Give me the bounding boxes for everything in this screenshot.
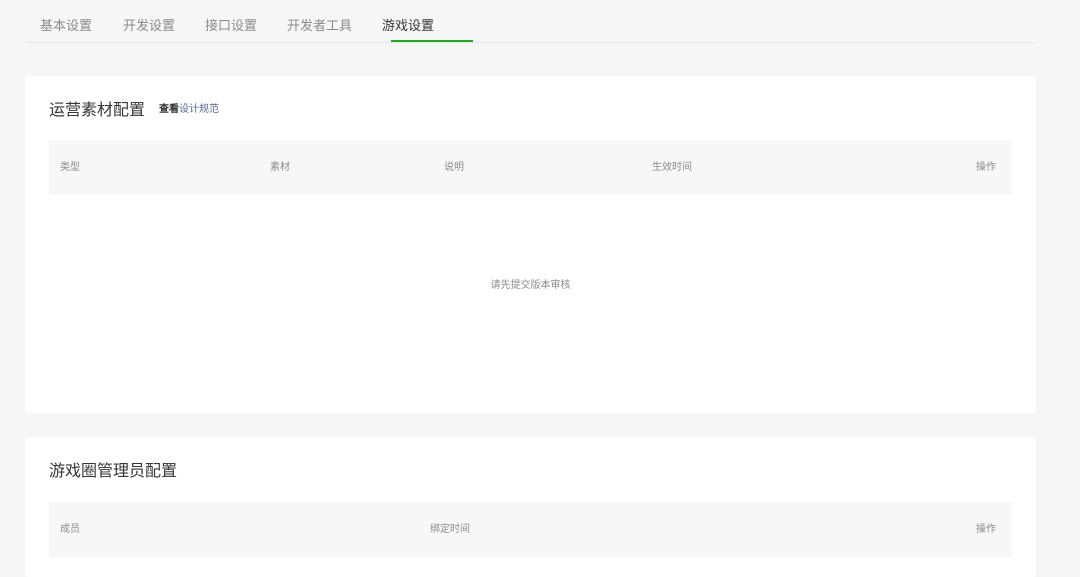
active-tab-indicator	[391, 40, 473, 42]
column-type: 类型	[60, 162, 80, 173]
admins-table-header: 成员 绑定时间 操作	[49, 502, 1012, 557]
tab-basic-settings[interactable]: 基本设置	[40, 0, 92, 43]
tab-api-settings[interactable]: 接口设置	[205, 0, 257, 43]
design-spec-prefix: 查看	[159, 104, 179, 115]
tab-dev-tools[interactable]: 开发者工具	[287, 0, 352, 43]
tab-game-settings[interactable]: 游戏设置	[382, 0, 434, 43]
design-spec-link-group: 查看设计规范	[159, 100, 219, 115]
empty-state-text: 请先提交版本审核	[490, 280, 571, 291]
column-admin-actions: 操作	[976, 524, 996, 535]
column-bind-time: 绑定时间	[430, 524, 470, 535]
column-effective-time: 生效时间	[652, 162, 692, 173]
column-description: 说明	[444, 162, 464, 173]
tab-dev-settings[interactable]: 开发设置	[123, 0, 175, 43]
materials-title: 运营素材配置	[49, 100, 146, 119]
column-member: 成员	[60, 524, 80, 535]
admins-card: 游戏圈管理员配置 成员 绑定时间 操作	[25, 437, 1036, 577]
column-material: 素材	[270, 162, 290, 173]
materials-card: 运营素材配置 查看设计规范 类型 素材 说明 生效时间 操作 请先提交版本审核	[25, 76, 1036, 413]
materials-table-header: 类型 素材 说明 生效时间 操作	[49, 140, 1012, 195]
column-actions: 操作	[976, 162, 996, 173]
admins-title: 游戏圈管理员配置	[49, 461, 178, 480]
design-spec-link[interactable]: 设计规范	[179, 104, 219, 115]
settings-tabs: 基本设置 开发设置 接口设置 开发者工具 游戏设置	[25, 0, 1036, 43]
